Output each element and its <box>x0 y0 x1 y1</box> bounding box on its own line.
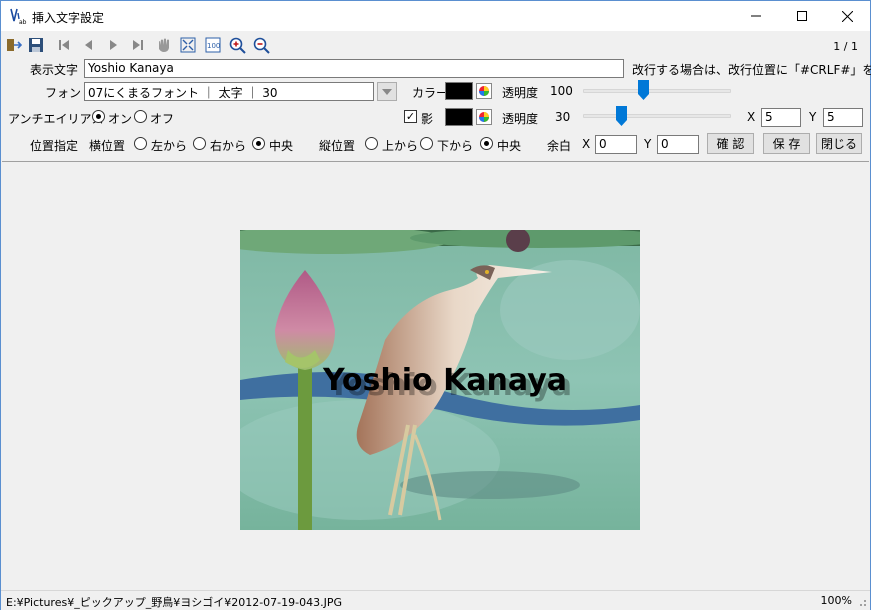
shadow-y-input[interactable]: 5 <box>823 108 863 127</box>
main-window: ab 挿入文字設定 100 1 / 1 表示文字 Yoshio Kanaya 改… <box>0 0 871 610</box>
shadow-x-input[interactable]: 5 <box>761 108 801 127</box>
v-center-label: 中央 <box>497 139 522 153</box>
first-page-icon[interactable] <box>55 36 73 54</box>
status-bar: E:¥Pictures¥_ピックアップ_野鳥¥ヨシゴイ¥2012-07-19-0… <box>1 590 870 610</box>
next-page-icon[interactable] <box>105 36 123 54</box>
zoom-level: 100% <box>820 594 852 607</box>
svg-text:100: 100 <box>207 42 220 50</box>
font-opacity-value: 100 <box>550 84 573 98</box>
v-top-radio[interactable] <box>365 137 378 150</box>
antialias-off-radio[interactable] <box>134 110 147 123</box>
h-right-radio[interactable] <box>193 137 206 150</box>
title-bar: ab 挿入文字設定 <box>1 1 870 31</box>
antialias-label: アンチエイリアス <box>8 112 104 126</box>
h-left-label: 左から <box>151 139 188 153</box>
zoom-out-icon[interactable] <box>252 36 270 54</box>
svg-text:ab: ab <box>19 19 27 25</box>
app-icon: ab <box>10 8 27 25</box>
save-button[interactable]: 保 存 <box>763 133 810 154</box>
exit-icon[interactable] <box>5 36 23 54</box>
margin-x-label: X <box>582 137 591 151</box>
shadow-color-swatch[interactable] <box>445 108 473 126</box>
shadow-x-label: X <box>747 110 756 124</box>
fit-window-icon[interactable] <box>179 36 197 54</box>
settings-panel: 100 1 / 1 表示文字 Yoshio Kanaya 改行する場合は、改行位… <box>1 31 871 161</box>
page-counter: 1 / 1 <box>833 40 858 53</box>
margin-label: 余白 <box>547 139 572 153</box>
save-icon[interactable] <box>27 36 45 54</box>
resize-grip-icon[interactable] <box>857 597 867 607</box>
h-center-radio[interactable] <box>252 137 265 150</box>
minimize-icon <box>751 15 761 17</box>
shadow-label: 影 <box>421 112 434 126</box>
shadow-palette-icon[interactable] <box>476 109 492 125</box>
shadow-opacity-slider-thumb[interactable] <box>616 106 628 126</box>
color-label: カラー <box>412 86 449 100</box>
position-label: 位置指定 <box>30 139 79 153</box>
h-right-label: 右から <box>210 139 247 153</box>
display-text-input[interactable]: Yoshio Kanaya <box>84 59 624 78</box>
preview-canvas: Yoshio Kanaya Yoshio Kanaya <box>2 161 869 589</box>
close-button[interactable]: 閉じる <box>816 133 862 154</box>
vertical-label: 縦位置 <box>319 139 356 153</box>
font-field[interactable]: 07にくまるフォント ｜ 太字 ｜ 30 <box>84 82 374 101</box>
antialias-on-label: オン <box>108 112 133 126</box>
minimize-button[interactable] <box>733 1 779 31</box>
v-bottom-label: 下から <box>437 139 474 153</box>
watermark-text: Yoshio Kanaya <box>322 363 567 398</box>
antialias-on-radio[interactable] <box>92 110 105 123</box>
zoom-in-icon[interactable] <box>228 36 246 54</box>
antialias-off-label: オフ <box>150 112 175 126</box>
shadow-opacity-slider-track[interactable] <box>583 114 731 118</box>
window-title: 挿入文字設定 <box>32 11 105 25</box>
margin-x-input[interactable]: 0 <box>595 135 637 154</box>
last-page-icon[interactable] <box>129 36 147 54</box>
file-path: E:¥Pictures¥_ピックアップ_野鳥¥ヨシゴイ¥2012-07-19-0… <box>6 596 342 609</box>
h-left-radio[interactable] <box>134 137 147 150</box>
font-opacity-slider-track[interactable] <box>583 89 731 93</box>
maximize-button[interactable] <box>779 1 825 31</box>
margin-y-input[interactable]: 0 <box>657 135 699 154</box>
shadow-opacity-value: 30 <box>555 110 571 124</box>
preview-photo: Yoshio Kanaya Yoshio Kanaya <box>240 230 640 530</box>
font-color-swatch[interactable] <box>445 82 473 100</box>
margin-y-label: Y <box>644 137 652 151</box>
display-text-label: 表示文字 <box>30 63 79 77</box>
shadow-opacity-label: 透明度 <box>502 112 539 126</box>
font-opacity-slider-thumb[interactable] <box>637 80 649 100</box>
shadow-y-label: Y <box>809 110 817 124</box>
actual-size-icon[interactable]: 100 <box>204 36 222 54</box>
close-window-button[interactable] <box>824 1 870 31</box>
crlf-hint: 改行する場合は、改行位置に「#CRLF#」を入力 <box>632 63 871 77</box>
font-opacity-label: 透明度 <box>502 86 539 100</box>
horizontal-label: 横位置 <box>89 139 126 153</box>
v-bottom-radio[interactable] <box>420 137 433 150</box>
v-top-label: 上から <box>382 139 419 153</box>
font-dropdown-button[interactable] <box>377 82 397 101</box>
v-center-radio[interactable] <box>480 137 493 150</box>
confirm-button[interactable]: 確 認 <box>707 133 754 154</box>
shadow-checkbox[interactable]: ✓ <box>404 110 417 123</box>
prev-page-icon[interactable] <box>79 36 97 54</box>
h-center-label: 中央 <box>269 139 294 153</box>
close-icon <box>841 10 853 22</box>
maximize-icon <box>797 11 807 21</box>
color-palette-icon[interactable] <box>476 83 492 99</box>
chevron-down-icon <box>382 88 392 95</box>
hand-icon[interactable] <box>155 36 173 54</box>
